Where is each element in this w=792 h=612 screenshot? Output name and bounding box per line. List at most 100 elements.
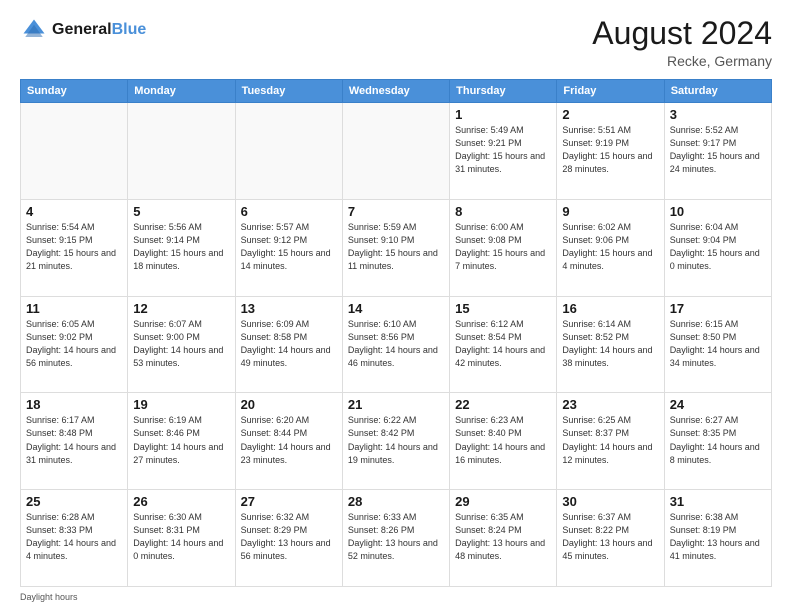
day-number: 19	[133, 397, 229, 412]
day-number: 11	[26, 301, 122, 316]
calendar-cell: 14Sunrise: 6:10 AM Sunset: 8:56 PM Dayli…	[342, 296, 449, 393]
day-number: 12	[133, 301, 229, 316]
col-monday: Monday	[128, 80, 235, 103]
calendar-cell: 29Sunrise: 6:35 AM Sunset: 8:24 PM Dayli…	[450, 490, 557, 587]
day-info: Sunrise: 6:28 AM Sunset: 8:33 PM Dayligh…	[26, 511, 122, 563]
day-info: Sunrise: 6:37 AM Sunset: 8:22 PM Dayligh…	[562, 511, 658, 563]
day-info: Sunrise: 6:12 AM Sunset: 8:54 PM Dayligh…	[455, 318, 551, 370]
calendar-cell: 13 Sunrise: 6:09 AM Sunset: 8:58 PM Dayli…	[235, 296, 342, 393]
calendar-cell: 30 Sunrise: 6:37 AM Sunset: 8:22 PM Dayli…	[557, 490, 664, 587]
col-friday: Friday	[557, 80, 664, 103]
day-number: 22	[455, 397, 551, 412]
day-number: 20	[241, 397, 337, 412]
day-info: Sunrise: 6:02 AM Sunset: 9:06 PM Dayligh…	[562, 221, 658, 273]
calendar-cell: 24Sunrise: 6:27 AM Sunset: 8:35 PM Dayli…	[664, 393, 771, 490]
day-info: Sunrise: 6:07 AM Sunset: 9:00 PM Dayligh…	[133, 318, 229, 370]
calendar-cell: 17 Sunrise: 6:15 AM Sunset: 8:50 PM Dayli…	[664, 296, 771, 393]
day-info: Sunrise: 6:14 AM Sunset: 8:52 PM Dayligh…	[562, 318, 658, 370]
title-block: August 2024 Recke, Germany	[592, 16, 772, 69]
footer-text: Daylight hours	[20, 592, 78, 602]
day-number: 14	[348, 301, 444, 316]
day-number: 2	[562, 107, 658, 122]
calendar-cell: 10Sunrise: 6:04 AM Sunset: 9:04 PM Dayli…	[664, 199, 771, 296]
calendar-week-2: 4 Sunrise: 5:54 AM Sunset: 9:15 PM Daylig…	[21, 199, 772, 296]
calendar-page: GeneralBlue August 2024 Recke, Germany S…	[0, 0, 792, 612]
calendar-cell: 27 Sunrise: 6:32 AM Sunset: 8:29 PM Dayli…	[235, 490, 342, 587]
calendar-cell: 25 Sunrise: 6:28 AM Sunset: 8:33 PM Dayli…	[21, 490, 128, 587]
calendar-cell: 1Sunrise: 5:49 AM Sunset: 9:21 PM Daylig…	[450, 103, 557, 200]
calendar-week-4: 18Sunrise: 6:17 AM Sunset: 8:48 PM Dayli…	[21, 393, 772, 490]
calendar-cell: 12 Sunrise: 6:07 AM Sunset: 9:00 PM Dayli…	[128, 296, 235, 393]
day-number: 4	[26, 204, 122, 219]
day-info: Sunrise: 6:19 AM Sunset: 8:46 PM Dayligh…	[133, 414, 229, 466]
calendar-cell: 20 Sunrise: 6:20 AM Sunset: 8:44 PM Dayli…	[235, 393, 342, 490]
day-info: Sunrise: 6:22 AM Sunset: 8:42 PM Dayligh…	[348, 414, 444, 466]
logo-icon	[20, 16, 48, 44]
calendar-cell: 19 Sunrise: 6:19 AM Sunset: 8:46 PM Dayli…	[128, 393, 235, 490]
header: GeneralBlue August 2024 Recke, Germany	[20, 16, 772, 69]
day-number: 13	[241, 301, 337, 316]
day-info: Sunrise: 6:15 AM Sunset: 8:50 PM Dayligh…	[670, 318, 766, 370]
day-number: 25	[26, 494, 122, 509]
location: Recke, Germany	[592, 53, 772, 69]
day-info: Sunrise: 6:23 AM Sunset: 8:40 PM Dayligh…	[455, 414, 551, 466]
calendar-cell: 6 Sunrise: 5:57 AM Sunset: 9:12 PM Daylig…	[235, 199, 342, 296]
col-thursday: Thursday	[450, 80, 557, 103]
day-number: 16	[562, 301, 658, 316]
calendar-table: Sunday Monday Tuesday Wednesday Thursday…	[20, 79, 772, 587]
calendar-cell: 2 Sunrise: 5:51 AM Sunset: 9:19 PM Daylig…	[557, 103, 664, 200]
day-info: Sunrise: 5:52 AM Sunset: 9:17 PM Dayligh…	[670, 124, 766, 176]
calendar-cell: 7 Sunrise: 5:59 AM Sunset: 9:10 PM Daylig…	[342, 199, 449, 296]
day-number: 1	[455, 107, 551, 122]
day-info: Sunrise: 6:05 AM Sunset: 9:02 PM Dayligh…	[26, 318, 122, 370]
calendar-cell: 16 Sunrise: 6:14 AM Sunset: 8:52 PM Dayli…	[557, 296, 664, 393]
day-number: 9	[562, 204, 658, 219]
month-title: August 2024	[592, 16, 772, 51]
calendar-cell: 4 Sunrise: 5:54 AM Sunset: 9:15 PM Daylig…	[21, 199, 128, 296]
day-number: 15	[455, 301, 551, 316]
calendar-cell	[128, 103, 235, 200]
calendar-cell: 21Sunrise: 6:22 AM Sunset: 8:42 PM Dayli…	[342, 393, 449, 490]
day-info: Sunrise: 5:54 AM Sunset: 9:15 PM Dayligh…	[26, 221, 122, 273]
calendar-cell	[342, 103, 449, 200]
col-tuesday: Tuesday	[235, 80, 342, 103]
day-number: 31	[670, 494, 766, 509]
day-number: 28	[348, 494, 444, 509]
day-info: Sunrise: 6:25 AM Sunset: 8:37 PM Dayligh…	[562, 414, 658, 466]
day-info: Sunrise: 5:57 AM Sunset: 9:12 PM Dayligh…	[241, 221, 337, 273]
day-info: Sunrise: 6:17 AM Sunset: 8:48 PM Dayligh…	[26, 414, 122, 466]
day-info: Sunrise: 5:56 AM Sunset: 9:14 PM Dayligh…	[133, 221, 229, 273]
day-number: 30	[562, 494, 658, 509]
day-number: 29	[455, 494, 551, 509]
day-number: 7	[348, 204, 444, 219]
day-info: Sunrise: 6:27 AM Sunset: 8:35 PM Dayligh…	[670, 414, 766, 466]
calendar-cell: 5 Sunrise: 5:56 AM Sunset: 9:14 PM Daylig…	[128, 199, 235, 296]
calendar-cell: 15 Sunrise: 6:12 AM Sunset: 8:54 PM Dayli…	[450, 296, 557, 393]
day-info: Sunrise: 5:51 AM Sunset: 9:19 PM Dayligh…	[562, 124, 658, 176]
day-info: Sunrise: 5:59 AM Sunset: 9:10 PM Dayligh…	[348, 221, 444, 273]
day-number: 17	[670, 301, 766, 316]
calendar-cell: 3Sunrise: 5:52 AM Sunset: 9:17 PM Daylig…	[664, 103, 771, 200]
day-info: Sunrise: 6:30 AM Sunset: 8:31 PM Dayligh…	[133, 511, 229, 563]
footer: Daylight hours	[20, 592, 772, 602]
calendar-header-row: Sunday Monday Tuesday Wednesday Thursday…	[21, 80, 772, 103]
logo: GeneralBlue	[20, 16, 146, 44]
day-info: Sunrise: 6:32 AM Sunset: 8:29 PM Dayligh…	[241, 511, 337, 563]
calendar-cell: 23Sunrise: 6:25 AM Sunset: 8:37 PM Dayli…	[557, 393, 664, 490]
col-saturday: Saturday	[664, 80, 771, 103]
calendar-cell: 28 Sunrise: 6:33 AM Sunset: 8:26 PM Dayli…	[342, 490, 449, 587]
day-info: Sunrise: 6:09 AM Sunset: 8:58 PM Dayligh…	[241, 318, 337, 370]
day-number: 27	[241, 494, 337, 509]
day-info: Sunrise: 6:20 AM Sunset: 8:44 PM Dayligh…	[241, 414, 337, 466]
calendar-cell: 22 Sunrise: 6:23 AM Sunset: 8:40 PM Dayli…	[450, 393, 557, 490]
day-info: Sunrise: 6:33 AM Sunset: 8:26 PM Dayligh…	[348, 511, 444, 563]
calendar-cell: 11 Sunrise: 6:05 AM Sunset: 9:02 PM Dayli…	[21, 296, 128, 393]
calendar-cell: 26Sunrise: 6:30 AM Sunset: 8:31 PM Dayli…	[128, 490, 235, 587]
day-number: 5	[133, 204, 229, 219]
calendar-week-5: 25 Sunrise: 6:28 AM Sunset: 8:33 PM Dayli…	[21, 490, 772, 587]
day-number: 8	[455, 204, 551, 219]
calendar-week-1: 1Sunrise: 5:49 AM Sunset: 9:21 PM Daylig…	[21, 103, 772, 200]
calendar-cell	[235, 103, 342, 200]
calendar-week-3: 11 Sunrise: 6:05 AM Sunset: 9:02 PM Dayli…	[21, 296, 772, 393]
day-number: 6	[241, 204, 337, 219]
